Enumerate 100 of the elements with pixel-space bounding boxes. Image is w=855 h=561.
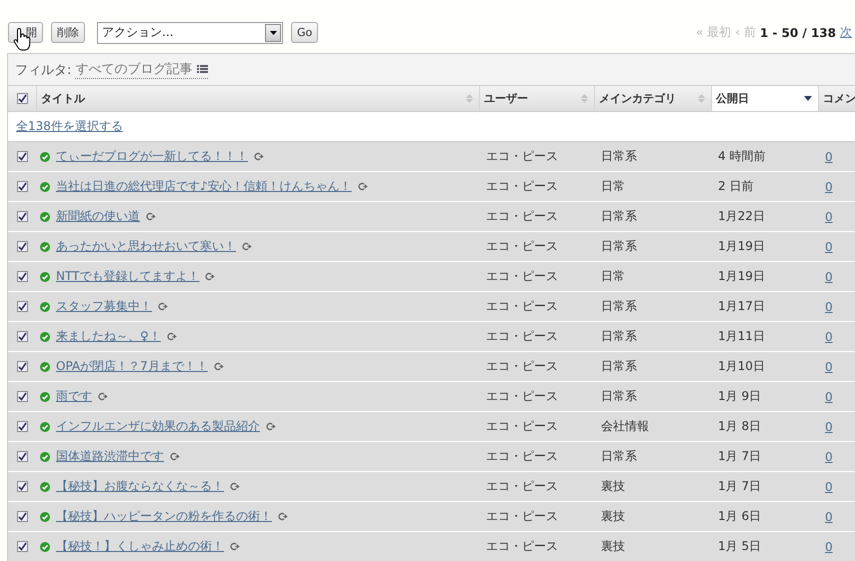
row-checkbox[interactable] <box>16 181 28 192</box>
post-title-link[interactable]: インフルエンザに効果のある製品紹介 <box>56 418 260 435</box>
comment-count-link[interactable]: 0 <box>825 390 833 404</box>
select-all-checkbox[interactable] <box>16 93 28 104</box>
date-cell: 1月19日 <box>718 238 765 255</box>
user-cell: エコ・ピース <box>486 208 558 225</box>
sort-icon <box>466 94 473 103</box>
post-title-link[interactable]: 【秘技】ハッピータンの粉を作るの術！ <box>56 508 272 525</box>
delete-button[interactable]: 削除 <box>51 22 85 43</box>
comment-count-link[interactable]: 0 <box>825 330 833 344</box>
post-title-link[interactable]: 新聞紙の使い道 <box>56 208 140 225</box>
post-title-link[interactable]: てぃーだブログが一新してる！！！ <box>56 148 248 165</box>
sort-descending-icon <box>804 96 812 101</box>
category-cell: 裏技 <box>601 538 625 555</box>
view-post-icon[interactable] <box>170 452 180 461</box>
post-title-link[interactable]: NTTでも登録してますよ！ <box>56 268 200 285</box>
user-cell: エコ・ピース <box>486 358 558 375</box>
category-cell: 会社情報 <box>601 418 649 435</box>
category-cell: 日常系 <box>601 358 637 375</box>
user-cell: エコ・ピース <box>486 148 558 165</box>
user-cell: エコ・ピース <box>486 478 558 495</box>
post-title-link[interactable]: 雨です <box>56 388 92 405</box>
row-checkbox[interactable] <box>16 511 28 522</box>
column-header[interactable]: タイトル <box>36 86 479 111</box>
view-post-icon[interactable] <box>230 482 240 491</box>
comment-count-link[interactable]: 0 <box>825 300 833 314</box>
date-cell: 1月19日 <box>718 268 765 285</box>
sort-icon <box>581 94 588 103</box>
post-title-link[interactable]: 【秘技】お腹ならなくな～る！ <box>56 478 224 495</box>
comment-count-link[interactable]: 0 <box>825 480 833 494</box>
category-cell: 日常系 <box>601 238 637 255</box>
column-header[interactable]: ユーザー <box>479 86 594 111</box>
category-cell: 裏技 <box>601 508 625 525</box>
column-header[interactable]: 公開日 <box>711 86 818 111</box>
post-title-link[interactable]: OPAが閉店！？7月まで！！ <box>56 358 208 375</box>
user-cell: エコ・ピース <box>486 508 558 525</box>
comment-count-link[interactable]: 0 <box>825 420 833 434</box>
comment-count-link[interactable]: 0 <box>825 360 833 374</box>
view-post-icon[interactable] <box>98 392 108 401</box>
category-cell: 日常系 <box>601 448 637 465</box>
row-checkbox[interactable] <box>16 361 28 372</box>
row-checkbox[interactable] <box>16 241 28 252</box>
view-post-icon[interactable] <box>254 152 264 161</box>
row-checkbox[interactable] <box>16 421 28 432</box>
go-button[interactable]: Go <box>291 22 318 43</box>
date-cell: 1月17日 <box>718 298 765 315</box>
row-checkbox[interactable] <box>16 301 28 312</box>
row-checkbox[interactable] <box>16 271 28 282</box>
row-checkbox[interactable] <box>16 391 28 402</box>
row-checkbox[interactable] <box>16 481 28 492</box>
row-checkbox[interactable] <box>16 451 28 462</box>
post-title-link[interactable]: 【秘技！】くしゃみ止めの術！ <box>56 538 224 555</box>
post-title-link[interactable]: あったかいと思わせおいて寒い！ <box>56 238 236 255</box>
date-cell: 1月22日 <box>718 208 765 225</box>
comment-count-link[interactable]: 0 <box>825 240 833 254</box>
select-all-link[interactable]: 全138件を選択する <box>16 118 123 135</box>
filter-label: フィルタ: <box>15 62 72 78</box>
category-cell: 日常 <box>601 178 625 195</box>
view-post-icon[interactable] <box>166 332 177 341</box>
date-cell: 1月 7日 <box>718 448 762 465</box>
comment-count-link[interactable]: 0 <box>825 180 833 194</box>
action-select[interactable]: アクション... <box>97 22 283 44</box>
comment-count-link[interactable]: 0 <box>825 270 833 284</box>
category-cell: 日常系 <box>601 148 637 165</box>
row-checkbox[interactable] <box>16 151 28 162</box>
view-post-icon[interactable] <box>205 272 216 281</box>
column-header[interactable]: コメン <box>818 86 855 111</box>
category-cell: 日常系 <box>601 298 637 315</box>
date-cell: 1月 5日 <box>718 538 762 555</box>
page-range: 1 - 50 / 138 <box>760 26 836 40</box>
comment-count-link[interactable]: 0 <box>825 210 833 224</box>
view-post-icon[interactable] <box>158 302 168 311</box>
view-post-icon[interactable] <box>230 542 240 551</box>
row-checkbox[interactable] <box>16 541 28 552</box>
filter-dropdown[interactable]: すべてのブログ記事 <box>75 60 208 79</box>
view-post-icon[interactable] <box>358 182 368 191</box>
user-cell: エコ・ピース <box>486 268 558 285</box>
user-cell: エコ・ピース <box>486 328 558 345</box>
sort-icon <box>698 94 705 103</box>
comment-count-link[interactable]: 0 <box>825 540 833 554</box>
date-cell: 1月 6日 <box>718 508 762 525</box>
next-page-link[interactable]: 次 <box>840 24 852 41</box>
user-cell: エコ・ピース <box>486 388 558 405</box>
date-cell: 1月 7日 <box>718 478 762 495</box>
comment-count-link[interactable]: 0 <box>825 510 833 524</box>
view-post-icon[interactable] <box>214 362 224 371</box>
view-post-icon[interactable] <box>146 212 156 221</box>
view-post-icon[interactable] <box>242 242 252 251</box>
row-checkbox[interactable] <box>16 211 28 222</box>
view-post-icon[interactable] <box>278 512 288 521</box>
row-checkbox[interactable] <box>16 331 28 342</box>
post-title-link[interactable]: 来ましたね～、♀！ <box>56 328 161 345</box>
category-cell: 日常系 <box>601 388 637 405</box>
date-cell: 1月10日 <box>718 358 765 375</box>
post-title-link[interactable]: スタッフ募集中！ <box>56 298 152 315</box>
comment-count-link[interactable]: 0 <box>825 450 833 464</box>
comment-count-link[interactable]: 0 <box>825 150 833 164</box>
post-title-link[interactable]: 国体道路渋滞中です <box>56 448 164 465</box>
post-title-link[interactable]: 当社は日進の総代理店です♪安心！信頼！けんちゃん！ <box>56 178 352 195</box>
view-post-icon[interactable] <box>266 422 276 431</box>
